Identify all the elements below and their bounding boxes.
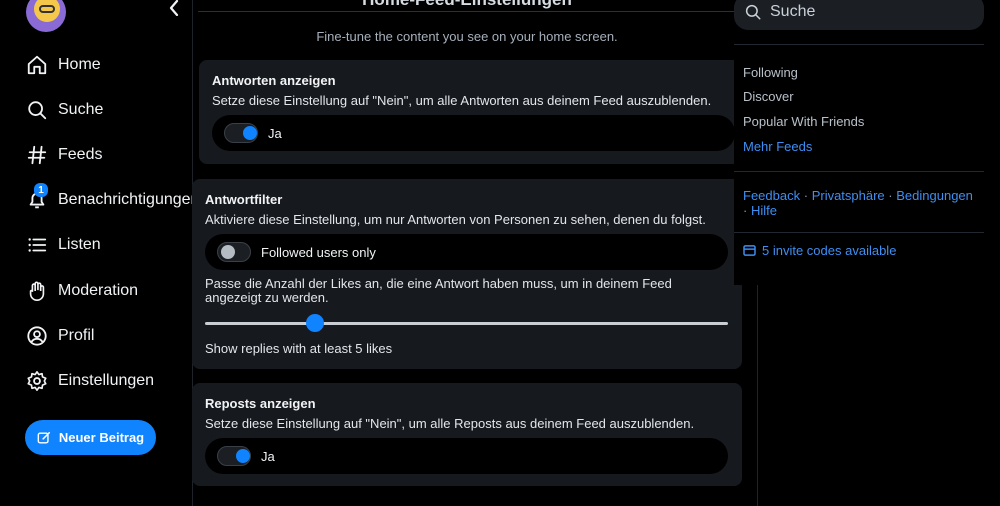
compose-button[interactable]: Neuer Beitrag <box>25 420 156 455</box>
nav-item-profile[interactable]: Profil <box>26 321 94 351</box>
home-icon <box>26 54 48 76</box>
main-content: Home-Feed-Einstellungen Fine-tune the co… <box>192 0 742 506</box>
more-feeds-link[interactable]: Mehr Feeds <box>743 139 812 154</box>
bell-icon: 1 <box>26 183 48 211</box>
invite-label: 5 invite codes available <box>762 243 897 258</box>
divider <box>198 11 734 12</box>
nav-label: Feeds <box>58 146 103 163</box>
nav-label: Suche <box>58 101 104 118</box>
setting-description: Aktiviere diese Einstellung, um nur Antw… <box>205 212 706 227</box>
setting-title: Antworten anzeigen <box>212 73 336 88</box>
search-input[interactable]: Suche <box>734 0 984 30</box>
gear-icon <box>26 370 48 392</box>
page-title: Home-Feed-Einstellungen <box>192 0 742 10</box>
slider-thumb[interactable] <box>306 314 324 332</box>
left-nav: Home Suche Feeds 1 Benachrichtigungen Li… <box>0 0 200 506</box>
help-link[interactable]: Hilfe <box>751 203 777 218</box>
nav-item-lists[interactable]: Listen <box>26 230 101 260</box>
search-icon <box>745 4 761 20</box>
feed-link[interactable]: Following <box>743 65 798 80</box>
nav-label: Home <box>58 56 101 73</box>
compose-label: Neuer Beitrag <box>58 430 145 445</box>
feed-link[interactable]: Popular With Friends <box>743 114 864 129</box>
nav-label: Benachrichtigungen <box>58 191 200 208</box>
divider <box>734 171 984 172</box>
nav-label: Einstellungen <box>58 372 155 389</box>
invite-codes-link[interactable]: 5 invite codes available <box>743 243 896 258</box>
toggle-switch[interactable] <box>224 123 258 143</box>
likes-description: Passe die Anzahl der Likes an, die eine … <box>205 276 672 305</box>
chevron-left-icon <box>169 0 179 16</box>
nav-item-moderation[interactable]: Moderation <box>26 276 138 306</box>
feed-link[interactable]: Discover <box>743 89 794 104</box>
privacy-link[interactable]: Privatsphäre <box>812 188 885 203</box>
list-icon <box>26 234 48 256</box>
hand-icon <box>26 280 48 302</box>
divider <box>734 44 984 45</box>
likes-value-label: Show replies with at least 5 likes <box>205 341 393 356</box>
separator: · <box>743 203 748 218</box>
setting-title: Antwortfilter <box>205 192 283 207</box>
reposts-toggle[interactable]: Ja <box>205 438 728 474</box>
likes-slider[interactable] <box>205 313 728 333</box>
compose-icon <box>37 431 50 444</box>
hash-icon <box>26 144 48 166</box>
nav-label: Listen <box>58 236 101 253</box>
toggle-label: Ja <box>268 125 282 141</box>
nav-item-notifications[interactable]: 1 Benachrichtigungen <box>26 183 200 215</box>
nav-label: Profil <box>58 327 95 344</box>
nav-item-search[interactable]: Suche <box>26 95 103 125</box>
separator: · <box>888 188 893 203</box>
terms-link[interactable]: Bedingungen <box>896 188 973 203</box>
divider <box>757 285 758 506</box>
slider-track <box>205 322 728 325</box>
footer-links: Feedback · Privatsphäre · Bedingungen · … <box>743 188 978 218</box>
right-sidebar: Suche Following Discover Popular With Fr… <box>734 0 1000 285</box>
toggle-label: Followed users only <box>261 244 376 260</box>
toggle-switch[interactable] <box>217 242 251 262</box>
followed-only-toggle[interactable]: Followed users only <box>205 234 728 270</box>
setting-title: Reposts anzeigen <box>205 396 316 411</box>
divider <box>734 232 984 233</box>
setting-description: Setze diese Einstellung auf "Nein", um a… <box>205 416 695 431</box>
replies-toggle[interactable]: Ja <box>212 115 735 151</box>
nav-label: Moderation <box>58 282 139 299</box>
feedback-link[interactable]: Feedback <box>743 188 800 203</box>
separator: · <box>803 188 809 203</box>
ticket-icon <box>743 245 756 256</box>
back-button[interactable] <box>164 0 184 18</box>
avatar[interactable] <box>26 0 66 32</box>
setting-description: Setze diese Einstellung auf "Nein", um a… <box>212 93 712 108</box>
setting-card-reply-filter: Antwortfilter Aktiviere diese Einstellun… <box>192 179 742 369</box>
setting-card-replies: Antworten anzeigen Setze diese Einstellu… <box>199 60 741 164</box>
nav-item-feeds[interactable]: Feeds <box>26 140 102 170</box>
nav-item-settings[interactable]: Einstellungen <box>26 366 154 396</box>
nav-item-home[interactable]: Home <box>26 50 101 80</box>
user-icon <box>26 325 48 347</box>
page-subtitle: Fine-tune the content you see on your ho… <box>316 29 618 44</box>
setting-card-reposts: Reposts anzeigen Setze diese Einstellung… <box>192 383 742 486</box>
search-placeholder: Suche <box>770 3 816 20</box>
toggle-label: Ja <box>261 448 275 464</box>
notification-badge: 1 <box>34 183 48 197</box>
search-icon <box>26 99 48 121</box>
toggle-switch[interactable] <box>217 446 251 466</box>
